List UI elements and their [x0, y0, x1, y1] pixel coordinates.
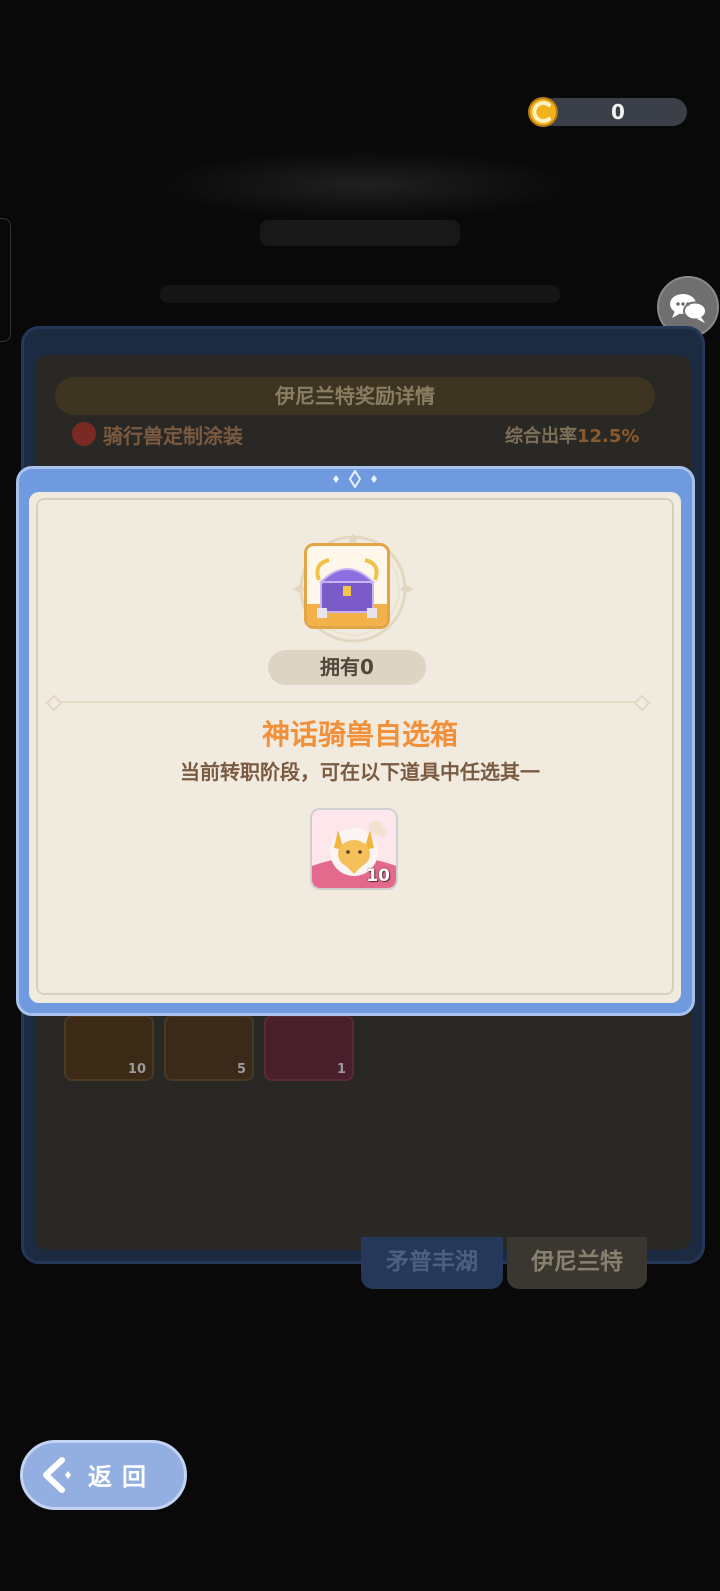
- reward-tile[interactable]: 10: [64, 1015, 154, 1081]
- reward-tile-count: 1: [336, 1062, 346, 1077]
- owned-count: 拥有0: [320, 655, 374, 679]
- item-title: 神话骑兽自选箱: [261, 718, 458, 751]
- reward-tile-count: 10: [127, 1062, 146, 1077]
- item-description: 当前转职阶段，可在以下道具中任选其一: [180, 760, 540, 784]
- background-line-blur: [160, 285, 560, 303]
- drop-rate-value: 12.5%: [577, 426, 640, 447]
- reward-details-header: 伊尼兰特奖励详情: [275, 384, 435, 408]
- drop-rate-label: 综合出率: [505, 426, 577, 447]
- back-button-label: 返回: [88, 1463, 156, 1491]
- background-title-blur: [150, 150, 580, 220]
- left-edge-handle: [0, 218, 11, 342]
- background-subtitle-blur: [260, 220, 460, 246]
- tab-lake[interactable]: 矛普丰湖: [361, 1237, 503, 1289]
- sparkle-ornament-icon: [333, 470, 377, 488]
- tab-inilant[interactable]: 伊尼兰特: [507, 1237, 647, 1289]
- reward-tile-count: 5: [236, 1062, 246, 1077]
- reward-option-count: 10: [366, 866, 390, 886]
- drop-rate: 综合出率12.5%: [505, 422, 639, 448]
- mythic-mount-chest-item[interactable]: [304, 543, 390, 629]
- divider-line: [52, 701, 644, 703]
- currency-value: 0: [611, 100, 625, 124]
- back-arrow-icon: [43, 1457, 71, 1493]
- reward-option-item[interactable]: 10: [310, 808, 398, 890]
- treasure-chest-icon: [307, 546, 387, 626]
- reward-category-label: 骑行兽定制涂装: [103, 424, 243, 448]
- skin-category-icon: [72, 422, 96, 446]
- reward-tile[interactable]: 5: [164, 1015, 254, 1081]
- reward-tile[interactable]: 1: [264, 1015, 354, 1081]
